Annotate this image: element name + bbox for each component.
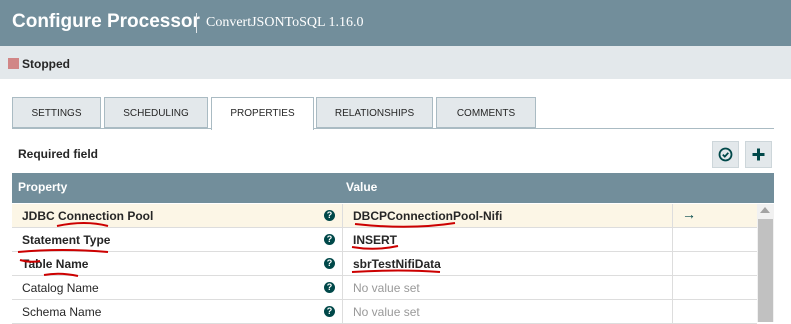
tab-comments[interactable]: COMMENTS [436,97,536,128]
column-divider [672,204,673,228]
property-name: JDBC Connection Pool [22,209,154,223]
tab-scheduling[interactable]: SCHEDULING [104,97,208,128]
tab-settings[interactable]: SETTINGS [12,97,101,128]
verify-properties-button[interactable] [712,141,739,168]
table-row[interactable]: Statement Type ? INSERT [12,228,757,252]
required-field-label: Required field [18,147,99,161]
plus-icon [752,148,765,161]
column-divider [342,276,343,300]
column-divider [342,300,343,324]
column-divider [672,252,673,276]
tab-relationships[interactable]: RELATIONSHIPS [316,97,433,128]
scroll-up-arrow-icon[interactable] [760,207,770,213]
tab-properties[interactable]: PROPERTIES [211,97,314,130]
processor-type-subtitle: ConvertJSONToSQL 1.16.0 [206,15,364,30]
value-column-header: Value [346,180,378,194]
help-icon[interactable]: ? [324,282,335,293]
help-icon[interactable]: ? [324,234,335,245]
go-to-service-icon[interactable]: → [682,206,696,222]
property-name: Statement Type [22,233,111,247]
status-bar [0,46,791,79]
property-name: Schema Name [22,305,102,319]
add-property-button[interactable] [745,141,772,168]
property-name: Catalog Name [22,281,99,295]
table-row[interactable]: Catalog Name ? No value set [12,276,757,300]
property-column-header: Property [18,180,68,194]
column-divider [342,204,343,228]
help-icon[interactable]: ? [324,258,335,269]
check-circle-icon [718,147,733,162]
property-value[interactable]: No value set [353,305,420,319]
property-name: Table Name [22,257,89,271]
table-row[interactable]: Table Name ? sbrTestNifiData [12,252,757,276]
dialog-title: Configure Processor [12,11,200,32]
column-divider [342,252,343,276]
table-row[interactable]: JDBC Connection Pool ? DBCPConnectionPoo… [12,204,757,228]
column-divider [672,276,673,300]
column-divider [342,228,343,252]
help-icon[interactable]: ? [324,306,335,317]
help-icon[interactable]: ? [324,210,335,221]
title-separator [196,13,197,33]
properties-table-header [12,173,774,203]
scrollbar-thumb[interactable] [758,219,773,322]
property-value[interactable]: DBCPConnectionPool-Nifi [353,209,502,223]
table-row[interactable]: Schema Name ? No value set [12,300,757,324]
column-divider [672,228,673,252]
stopped-icon [8,58,19,69]
property-value[interactable]: sbrTestNifiData [353,257,441,271]
property-value[interactable]: No value set [353,281,420,295]
status-label: Stopped [22,57,70,71]
property-value[interactable]: INSERT [353,233,397,247]
column-divider [672,300,673,324]
